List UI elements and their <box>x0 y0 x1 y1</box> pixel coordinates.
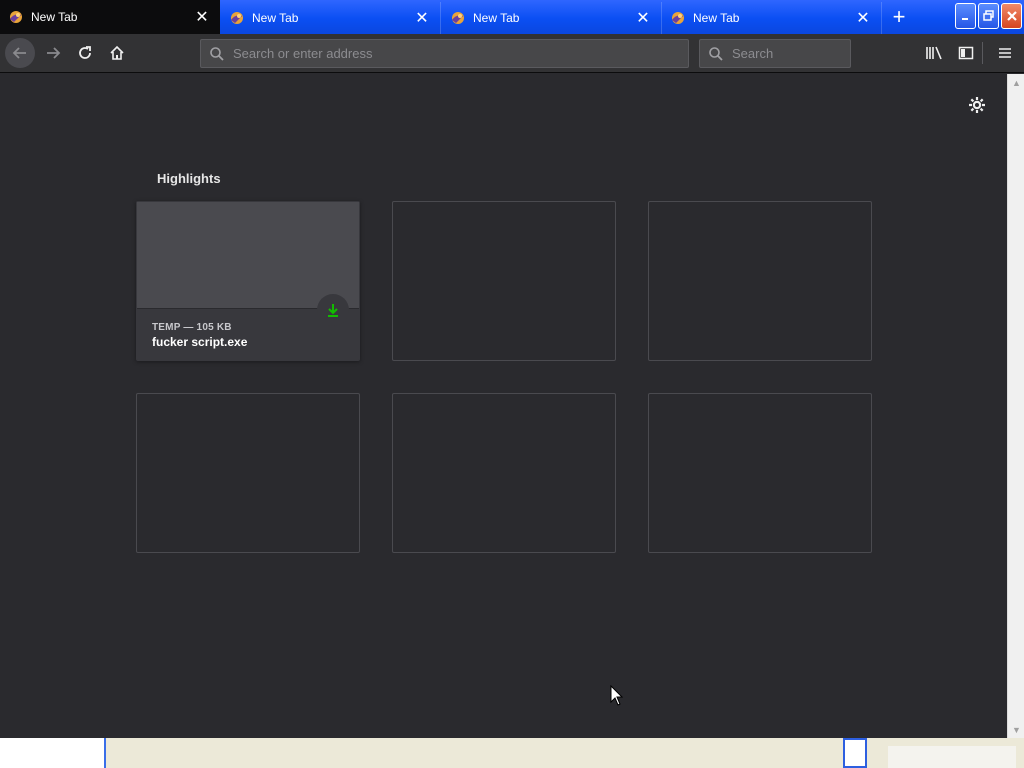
card-filename: fucker script.exe <box>152 335 248 349</box>
empty-highlight-slot <box>392 393 616 553</box>
tab-label: New Tab <box>31 10 78 24</box>
taskbar-window-button[interactable] <box>843 738 867 768</box>
highlight-card-download[interactable]: TEMP — 105 KB fucker script.exe <box>136 201 360 361</box>
search-icon <box>209 46 225 62</box>
taskbar-start-area[interactable] <box>0 738 104 768</box>
empty-highlight-slot <box>648 201 872 361</box>
back-arrow-icon[interactable] <box>5 38 35 68</box>
tab-label: New Tab <box>473 11 520 25</box>
section-title-highlights: Highlights <box>157 171 221 186</box>
minimize-window-icon[interactable] <box>955 3 976 29</box>
system-tray <box>888 746 1016 768</box>
close-tab-icon[interactable]: ✕ <box>851 6 875 30</box>
taskbar <box>0 738 1024 768</box>
new-tab-page: Highlights TEMP — 105 KB fucker script.e… <box>0 74 1007 738</box>
close-tab-icon[interactable]: ✕ <box>190 5 214 29</box>
tab-1[interactable]: New Tab ✕ <box>0 0 220 34</box>
close-tab-icon[interactable]: ✕ <box>410 6 434 30</box>
url-bar[interactable] <box>200 39 689 68</box>
restore-window-icon[interactable] <box>978 3 999 29</box>
nav-toolbar <box>0 34 1024 73</box>
tab-strip: New Tab ✕ New Tab ✕ New Tab ✕ New Tab ✕ … <box>0 0 1024 34</box>
mouse-cursor-icon <box>610 684 624 712</box>
forward-arrow-icon[interactable] <box>38 38 68 68</box>
search-icon <box>708 46 724 62</box>
hamburger-menu-icon[interactable] <box>990 38 1020 68</box>
empty-highlight-slot <box>136 393 360 553</box>
download-icon <box>317 294 349 326</box>
toolbar-divider <box>982 42 983 64</box>
tab-3[interactable]: New Tab ✕ <box>442 2 662 34</box>
firefox-icon <box>8 9 24 25</box>
scroll-up-arrow-icon[interactable]: ▲ <box>1008 74 1024 91</box>
empty-highlight-slot <box>648 393 872 553</box>
card-thumbnail <box>137 202 359 309</box>
home-icon[interactable] <box>102 38 132 68</box>
scroll-down-arrow-icon[interactable]: ▼ <box>1008 721 1024 738</box>
vertical-scrollbar[interactable]: ▲ ▼ <box>1007 74 1024 738</box>
search-input[interactable] <box>730 45 850 62</box>
firefox-icon <box>450 10 466 26</box>
card-meta: TEMP — 105 KB <box>152 322 232 333</box>
taskbar-divider <box>104 738 106 768</box>
close-tab-icon[interactable]: ✕ <box>631 6 655 30</box>
sidebar-toggle-icon[interactable] <box>951 38 981 68</box>
empty-highlight-slot <box>392 201 616 361</box>
tab-4[interactable]: New Tab ✕ <box>662 2 882 34</box>
gear-icon[interactable] <box>966 94 988 116</box>
reload-icon[interactable] <box>70 38 100 68</box>
url-input[interactable] <box>231 45 688 62</box>
tab-label: New Tab <box>693 11 740 25</box>
search-bar[interactable] <box>699 39 851 68</box>
tab-label: New Tab <box>252 11 299 25</box>
firefox-icon <box>670 10 686 26</box>
close-window-icon[interactable] <box>1001 3 1022 29</box>
tab-2[interactable]: New Tab ✕ <box>221 2 441 34</box>
firefox-icon <box>229 10 245 26</box>
new-tab-plus-icon[interactable]: + <box>884 4 914 30</box>
library-icon[interactable] <box>919 38 949 68</box>
